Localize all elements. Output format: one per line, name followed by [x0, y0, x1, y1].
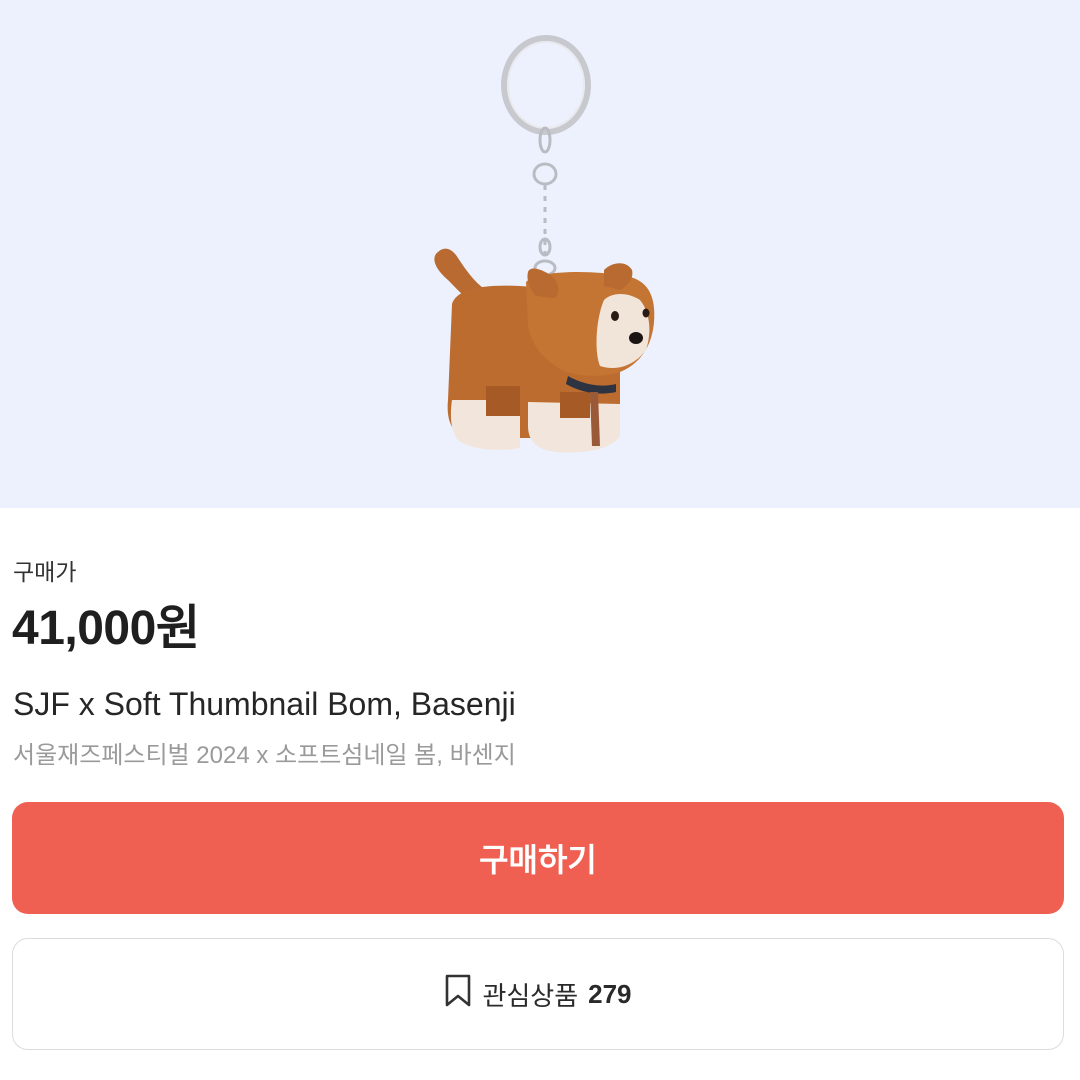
- wishlist-button[interactable]: 관심상품 279: [12, 938, 1064, 1050]
- price-label: 구매가: [13, 559, 77, 585]
- keychain-plush-illustration: [434, 35, 655, 453]
- product-image: [0, 0, 1080, 508]
- product-title-ko: 서울재즈페스티벌 2024 x 소프트섬네일 봄, 바센지: [13, 742, 516, 769]
- wishlist-label: 관심상품: [482, 980, 579, 1011]
- product-title-en: SJF x Soft Thumbnail Bom, Basenji: [13, 686, 516, 722]
- price-value: 41,000원: [12, 602, 200, 655]
- buy-button-label: 구매하기: [479, 842, 597, 878]
- buy-button[interactable]: 구매하기: [12, 802, 1064, 914]
- wishlist-count: 279: [588, 978, 632, 1009]
- bookmark-icon: [444, 974, 472, 1015]
